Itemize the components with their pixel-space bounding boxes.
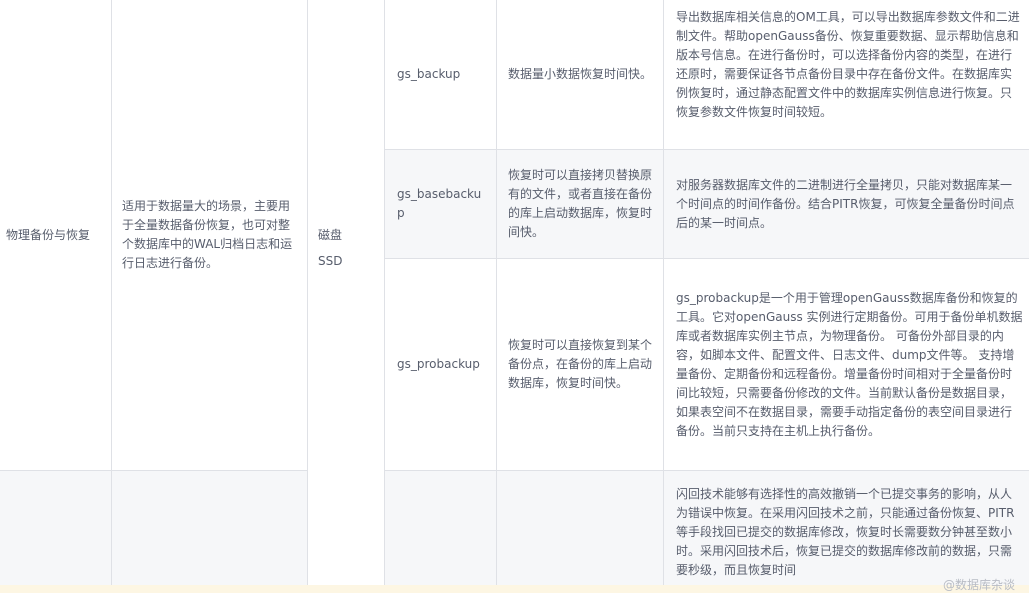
description-cell-gs-backup: 导出数据库相关信息的OM工具，可以导出数据库参数文件和二进制文件。帮助openG… (664, 0, 1029, 150)
medium-cell: 磁盘 SSD (308, 0, 385, 593)
feature-cell-gs-backup: 数据量小数据恢复时间快。 (497, 0, 664, 150)
flashback-tool-cell (385, 471, 497, 593)
category-cell: 物理备份与恢复 (0, 0, 112, 471)
tool-cell-gs-basebackup: gs_basebackup (385, 150, 497, 259)
description-text: gs_probackup是一个用于管理openGauss数据库备份和恢复的工具。… (676, 290, 1023, 438)
description-cell-gs-basebackup: 对服务器数据库文件的二进制进行全量拷贝，只能对数据库某一个时间点的时间作备份。结… (664, 150, 1029, 259)
flashback-category-cell (0, 471, 112, 593)
medium-disk-text: 磁盘 (318, 228, 343, 242)
medium-ssd-text: SSD (318, 254, 343, 268)
feature-cell-gs-basebackup: 恢复时可以直接拷贝替换原有的文件，或者直接在备份的库上启动数据库，恢复时间快。 (497, 150, 664, 259)
feature-text: 恢复时可以直接拷贝替换原有的文件，或者直接在备份的库上启动数据库，恢复时间快。 (508, 168, 653, 239)
feature-cell-gs-probackup: 恢复时可以直接恢复到某个备份点，在备份的库上启动数据库，恢复时间快。 (497, 259, 664, 471)
tool-name: gs_backup (397, 67, 461, 81)
watermark: @数据库杂谈 (942, 578, 1015, 592)
flashback-description-cell: 闪回技术能够有选择性的高效撤销一个已提交事务的影响，从人为错误中恢复。在采用闪回… (664, 471, 1029, 593)
category-text: 物理备份与恢复 (6, 227, 91, 242)
tool-cell-gs-backup: gs_backup (385, 0, 497, 150)
tool-cell-gs-probackup: gs_probackup (385, 259, 497, 471)
document-page: 物理备份与恢复 适用于数据量大的场景，主要用于全量数据备份恢复，也可对整个数据库… (0, 0, 1029, 593)
tool-name: gs_basebackup (397, 187, 482, 220)
description-text: 导出数据库相关信息的OM工具，可以导出数据库参数文件和二进制文件。帮助openG… (676, 10, 1020, 119)
scenario-text: 适用于数据量大的场景，主要用于全量数据备份恢复，也可对整个数据库中的WAL归档日… (122, 199, 293, 270)
scenario-cell: 适用于数据量大的场景，主要用于全量数据备份恢复，也可对整个数据库中的WAL归档日… (112, 0, 308, 471)
feature-text: 恢复时可以直接恢复到某个备份点，在备份的库上启动数据库，恢复时间快。 (508, 338, 653, 390)
bottom-highlight-bar (0, 585, 1029, 593)
description-cell-gs-probackup: gs_probackup是一个用于管理openGauss数据库备份和恢复的工具。… (664, 259, 1029, 471)
flashback-scenario-cell (112, 471, 308, 593)
flashback-description-text: 闪回技术能够有选择性的高效撤销一个已提交事务的影响，从人为错误中恢复。在采用闪回… (676, 487, 1015, 577)
feature-text: 数据量小数据恢复时间快。 (508, 67, 653, 81)
description-text: 对服务器数据库文件的二进制进行全量拷贝，只能对数据库某一个时间点的时间作备份。结… (676, 177, 1015, 230)
flashback-feature-cell (497, 471, 664, 593)
tool-name: gs_probackup (397, 357, 480, 371)
